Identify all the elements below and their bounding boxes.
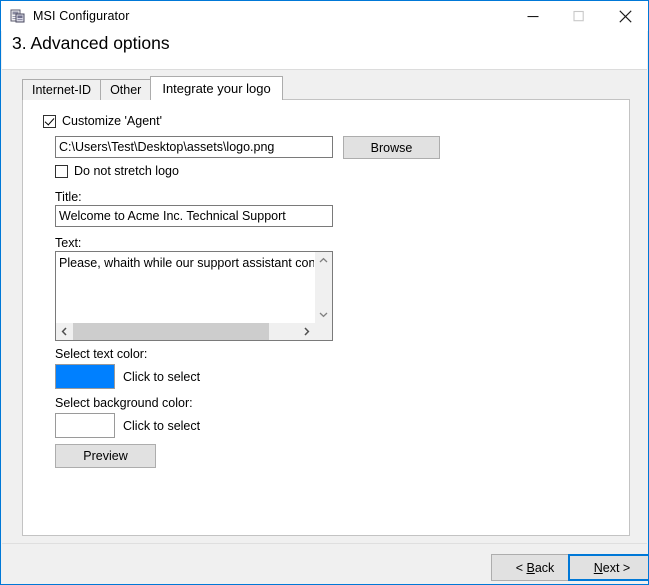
checkbox-unchecked-icon: [55, 164, 68, 178]
tab-internet-id[interactable]: Internet-ID: [22, 79, 102, 100]
tab-label: Internet-ID: [32, 83, 92, 97]
title-value: Welcome to Acme Inc. Technical Support: [59, 209, 286, 223]
back-button[interactable]: < Back: [491, 554, 579, 581]
dialog-footer: < Back Next >: [2, 543, 648, 584]
tab-strip: Internet-ID Other Integrate your logo: [22, 76, 283, 100]
tab-integrate-your-logo[interactable]: Integrate your logo: [150, 76, 283, 100]
text-textarea[interactable]: Please, whaith while our support assista…: [55, 251, 333, 341]
maximize-button[interactable]: [556, 1, 602, 31]
logo-path-value: C:\Users\Test\Desktop\assets\logo.png: [59, 140, 275, 154]
textarea-vertical-scrollbar[interactable]: [314, 252, 332, 323]
text-textarea-value: Please, whaith while our support assista…: [59, 256, 314, 270]
background-color-hint: Click to select: [123, 419, 201, 433]
msi-installer-icon: [10, 9, 25, 23]
page-title: 3. Advanced options: [12, 33, 170, 53]
background-color-swatch[interactable]: [55, 413, 115, 438]
title-bar: MSI Configurator: [1, 1, 648, 31]
tab-label: Integrate your logo: [162, 81, 271, 96]
back-button-label: < Back: [515, 560, 555, 575]
checkbox-checked-icon: [43, 114, 56, 128]
window-title: MSI Configurator: [33, 9, 130, 23]
scrollbar-corner: [315, 323, 332, 340]
page-header: 3. Advanced options: [2, 31, 647, 70]
minimize-icon: [527, 16, 539, 18]
minimize-button[interactable]: [510, 1, 556, 31]
text-color-swatch[interactable]: [55, 364, 115, 389]
scroll-left-arrow-icon[interactable]: [56, 323, 73, 340]
title-input[interactable]: Welcome to Acme Inc. Technical Support: [55, 205, 333, 227]
close-icon: [618, 9, 632, 23]
title-field-label: Title:: [55, 190, 82, 204]
customize-agent-checkbox[interactable]: Customize 'Agent': [43, 114, 162, 128]
maximize-icon: [573, 10, 584, 22]
scroll-up-arrow-icon[interactable]: [315, 252, 332, 269]
do-not-stretch-logo-checkbox[interactable]: Do not stretch logo: [55, 164, 179, 178]
customize-agent-label: Customize 'Agent': [62, 114, 162, 128]
close-button[interactable]: [602, 1, 648, 31]
next-button-label: Next >: [593, 560, 631, 575]
window-controls: [510, 1, 648, 31]
background-color-label: Select background color:: [55, 396, 193, 410]
do-not-stretch-logo-label: Do not stretch logo: [74, 164, 179, 178]
preview-button[interactable]: Preview: [55, 444, 156, 468]
next-button[interactable]: Next >: [568, 554, 648, 581]
dialog-body: Internet-ID Other Integrate your logo Cu…: [2, 70, 647, 543]
text-field-label: Text:: [55, 236, 82, 250]
text-color-hint: Click to select: [123, 370, 201, 384]
scroll-right-arrow-icon[interactable]: [298, 323, 315, 340]
logo-path-input[interactable]: C:\Users\Test\Desktop\assets\logo.png: [55, 136, 333, 158]
tab-label: Other: [110, 83, 142, 97]
text-color-label: Select text color:: [55, 347, 148, 361]
scroll-down-arrow-icon[interactable]: [315, 306, 332, 323]
browse-button[interactable]: Browse: [343, 136, 440, 159]
horizontal-scroll-thumb[interactable]: [73, 323, 269, 340]
msi-configurator-window: MSI Configurator 3. Advanced options Int…: [0, 0, 649, 585]
tab-panel-integrate-your-logo: Customize 'Agent' C:\Users\Test\Desktop\…: [22, 99, 630, 536]
textarea-horizontal-scrollbar[interactable]: [56, 323, 315, 340]
tab-other[interactable]: Other: [100, 79, 152, 100]
